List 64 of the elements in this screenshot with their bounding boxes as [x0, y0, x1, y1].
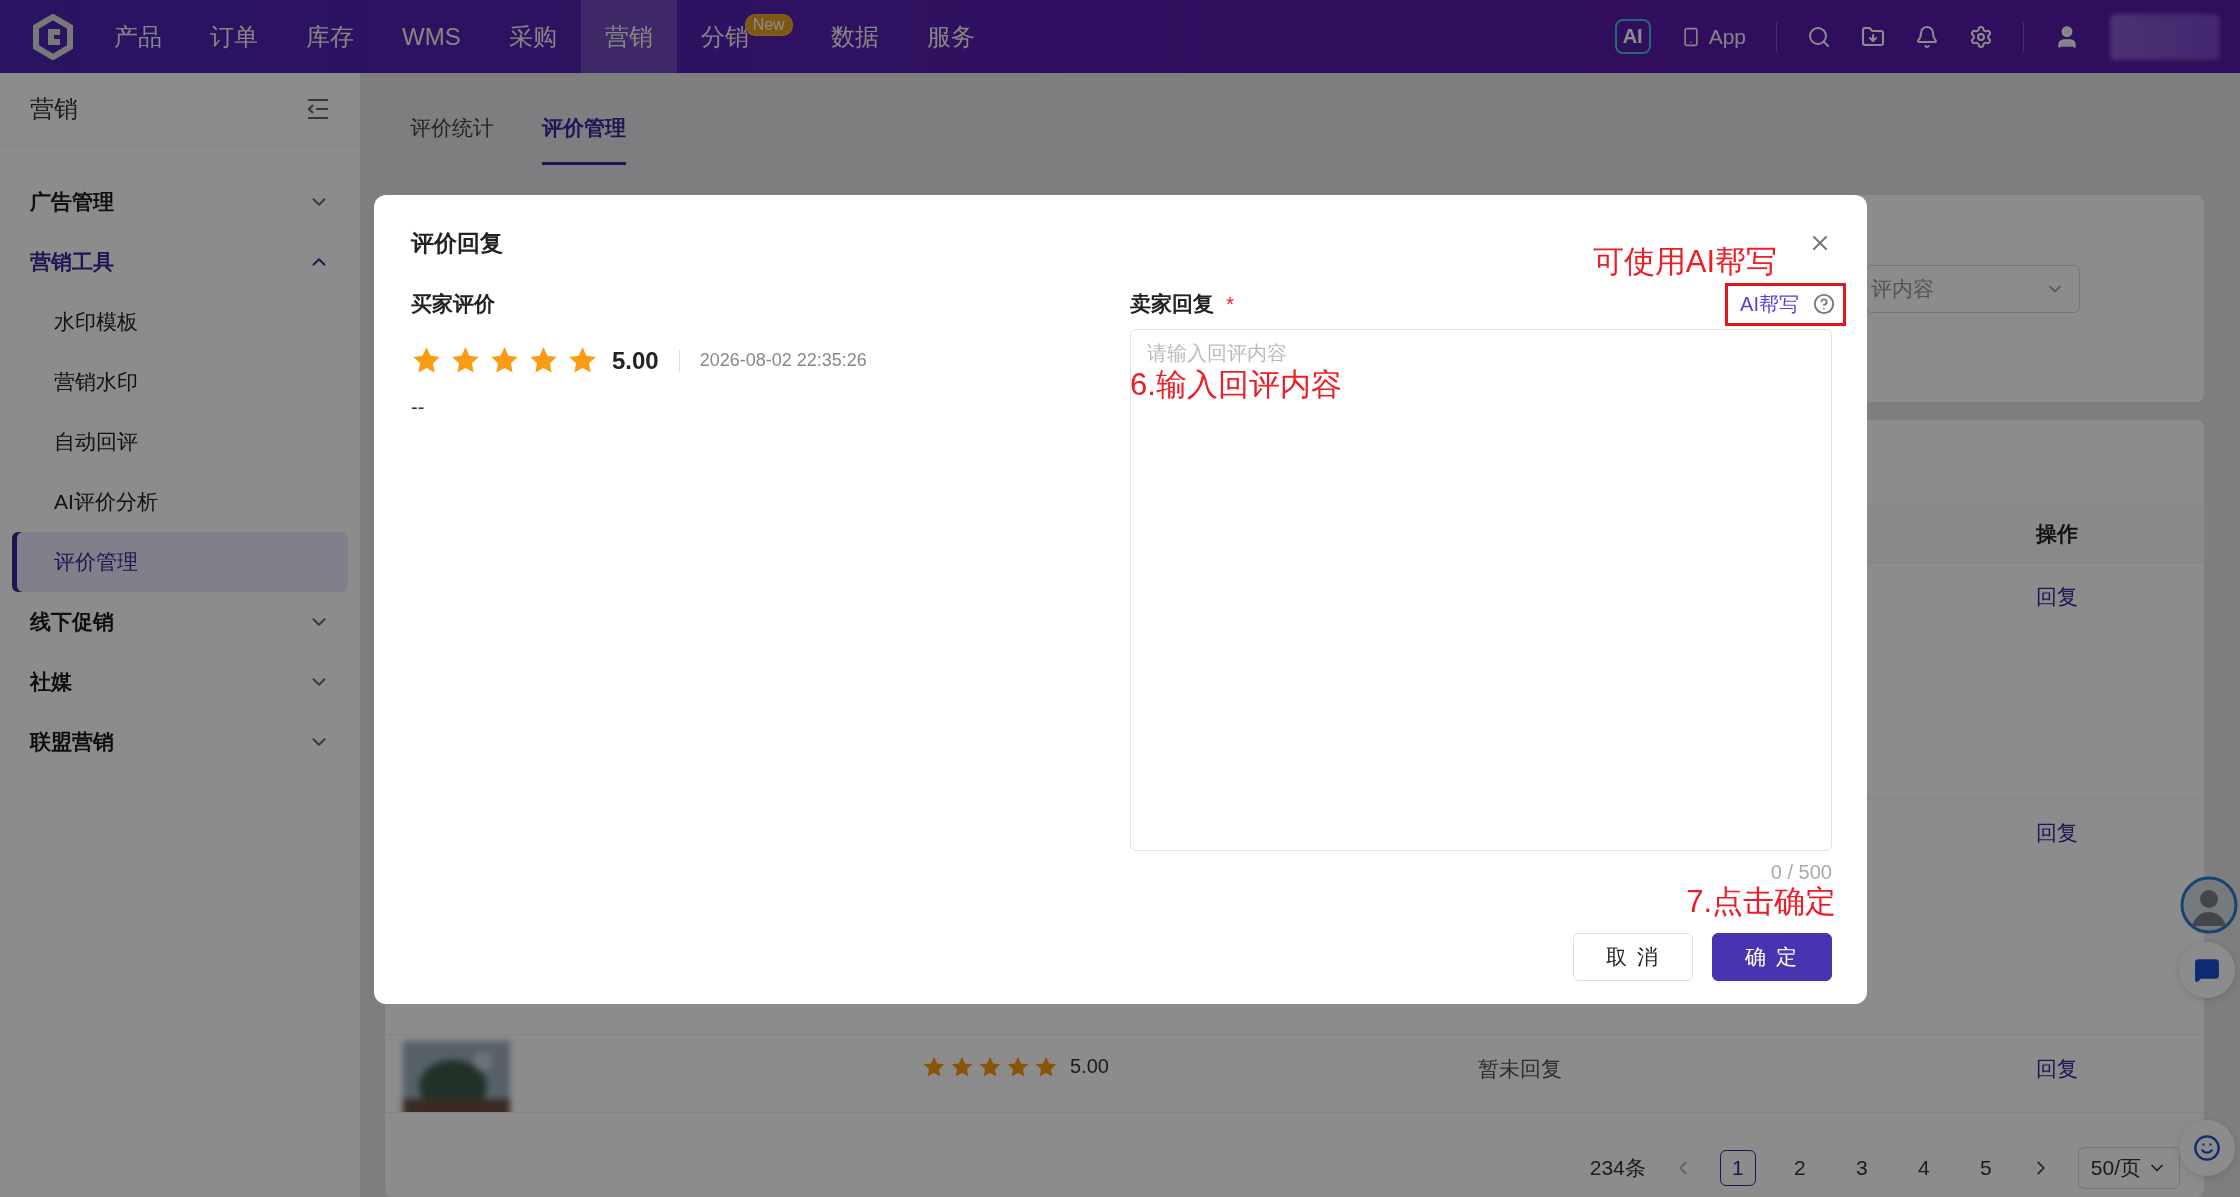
reply-link[interactable]: 回复: [1972, 583, 2142, 611]
collapse-icon[interactable]: [306, 98, 330, 120]
sidebar-group[interactable]: 广告管理: [0, 172, 360, 232]
annotation-text: 6.输入回评内容: [1130, 366, 1342, 404]
reply-link[interactable]: 回复: [1972, 819, 2142, 847]
column-header: 操作: [2034, 520, 2079, 547]
star-icon: [978, 1055, 1002, 1079]
nav-item[interactable]: 服务: [902, 0, 999, 73]
folder-icon[interactable]: [1861, 24, 1885, 49]
rating-score: 5.00: [1070, 1055, 1109, 1078]
review-date: 2026-08-02 22:35:26: [699, 350, 867, 371]
tab[interactable]: 评价统计: [410, 114, 494, 165]
star-icon: [1006, 1055, 1030, 1079]
page-number[interactable]: 5: [1967, 1150, 2004, 1186]
sidebar-item[interactable]: 自动回评: [12, 412, 348, 472]
chat-icon: [2194, 957, 2220, 983]
star-icon: [1034, 1055, 1058, 1079]
bell-icon[interactable]: [1915, 24, 1939, 49]
cancel-button[interactable]: 取 消: [1573, 933, 1693, 981]
page-number[interactable]: 2: [1781, 1150, 1818, 1186]
sidebar-group[interactable]: 社媒: [0, 652, 360, 712]
app-link[interactable]: App: [1680, 24, 1746, 49]
sidebar-group[interactable]: 联盟营销: [0, 712, 360, 772]
settings-icon[interactable]: [1969, 24, 1993, 49]
page-number[interactable]: 4: [1905, 1150, 1942, 1186]
confirm-button[interactable]: 确 定: [1712, 933, 1832, 981]
nav-item[interactable]: WMS: [378, 0, 485, 73]
tab[interactable]: 评价管理: [542, 114, 626, 165]
sidebar-item[interactable]: 营销水印: [12, 352, 348, 412]
dialog-title: 评价回复: [411, 228, 503, 258]
help-icon[interactable]: [1813, 293, 1835, 315]
sidebar-item[interactable]: 水印模板: [12, 292, 348, 352]
ai-badge[interactable]: AI: [1614, 19, 1651, 54]
nav-item[interactable]: 数据: [806, 0, 903, 73]
sidebar-title: 营销: [30, 94, 78, 124]
nav-item[interactable]: 采购: [484, 0, 581, 73]
star-icon: [922, 1055, 946, 1079]
char-counter: 0 / 500: [1770, 861, 1832, 884]
sidebar-group[interactable]: 线下促销: [0, 592, 360, 652]
page-number[interactable]: 3: [1843, 1150, 1880, 1186]
sidebar-item[interactable]: 评价管理: [12, 532, 348, 592]
rating-score: 5.00: [612, 346, 659, 375]
sidebar-item[interactable]: AI评价分析: [12, 472, 348, 532]
avatar[interactable]: [2180, 876, 2238, 934]
required-mark: *: [1226, 292, 1235, 315]
smile-icon: [2193, 1134, 2221, 1162]
annotation-text: 可使用AI帮写: [1592, 243, 1777, 281]
annotation-text: 7.点击确定: [1686, 883, 1836, 921]
total-count: 234条: [1589, 1155, 1646, 1181]
nav-item[interactable]: 库存: [282, 0, 378, 73]
seller-reply-label: 卖家回复: [1130, 292, 1214, 315]
buyer-review-label: 买家评价: [411, 291, 495, 317]
page-number[interactable]: 1: [1719, 1150, 1756, 1186]
nav-item[interactable]: 订单: [186, 0, 282, 73]
nav-item[interactable]: 产品: [90, 0, 186, 73]
reply-status: 暂未回复: [1478, 1056, 1562, 1082]
logo-icon[interactable]: [30, 13, 76, 60]
sidebar-group[interactable]: 营销工具: [0, 232, 360, 292]
star-icon: [950, 1055, 974, 1079]
search-icon[interactable]: [1807, 24, 1831, 49]
reply-link[interactable]: 回复: [1972, 1055, 2142, 1083]
page-size-select[interactable]: 50/页: [2077, 1147, 2180, 1189]
review-comment: --: [411, 396, 426, 419]
ai-write-link[interactable]: AI帮写: [1740, 290, 1799, 318]
